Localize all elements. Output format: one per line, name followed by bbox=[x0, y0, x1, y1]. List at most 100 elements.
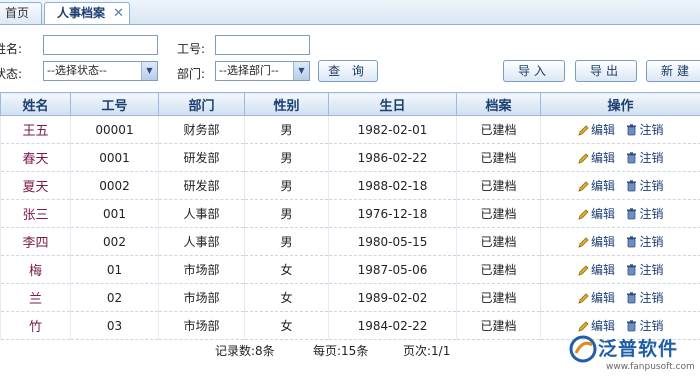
employee-id-input[interactable] bbox=[215, 35, 310, 55]
edit-button[interactable]: 编辑 bbox=[578, 179, 615, 193]
cell-name: 春天 bbox=[0, 143, 71, 172]
record-count: 记录数:8条 bbox=[215, 344, 275, 358]
cancel-button[interactable]: 注销 bbox=[626, 235, 663, 249]
table-row[interactable]: 兰 02 市场部女 1989-02-02 已建档 编辑 注销 bbox=[0, 283, 700, 312]
brand-logo: 泛普软件 www.fanpusoft.com bbox=[568, 332, 696, 378]
pencil-icon bbox=[578, 237, 589, 248]
cancel-button[interactable]: 注销 bbox=[626, 179, 663, 193]
column-header-department[interactable]: 部门 bbox=[158, 92, 245, 116]
cell-employee-id: 03 bbox=[70, 311, 159, 340]
trash-icon bbox=[627, 152, 637, 164]
column-header-archive[interactable]: 档案 bbox=[456, 92, 541, 116]
status-select-value: --选择状态-- bbox=[47, 64, 107, 77]
cell-archive-status: 已建档 bbox=[456, 255, 541, 284]
cancel-button[interactable]: 注销 bbox=[626, 151, 663, 165]
cell-archive-status: 已建档 bbox=[456, 143, 541, 172]
name-input[interactable] bbox=[43, 35, 158, 55]
tab-home[interactable]: 首页 bbox=[0, 2, 42, 24]
query-button[interactable]: 查 询 bbox=[318, 60, 378, 82]
edit-button[interactable]: 编辑 bbox=[578, 263, 615, 277]
cell-employee-id: 001 bbox=[70, 199, 159, 228]
cell-department: 研发部 bbox=[158, 171, 245, 200]
trash-icon bbox=[627, 320, 637, 332]
edit-button[interactable]: 编辑 bbox=[578, 207, 615, 221]
cancel-button[interactable]: 注销 bbox=[626, 263, 663, 277]
cell-archive-status: 已建档 bbox=[456, 283, 541, 312]
cancel-label: 注销 bbox=[639, 263, 664, 277]
cell-name: 兰 bbox=[0, 283, 71, 312]
cancel-label: 注销 bbox=[639, 151, 664, 165]
cancel-button[interactable]: 注销 bbox=[626, 123, 663, 137]
cancel-label: 注销 bbox=[639, 123, 664, 137]
edit-label: 编辑 bbox=[591, 319, 616, 333]
cell-birthday: 1976-12-18 bbox=[328, 199, 457, 228]
cell-department: 市场部 bbox=[158, 255, 245, 284]
cell-birthday: 1980-05-15 bbox=[328, 227, 457, 256]
edit-label: 编辑 bbox=[591, 207, 616, 221]
personnel-table: 姓名 工号 部门 性别 生日 档案 操作 王五 00001 财务部男 1982-02-… bbox=[0, 92, 700, 340]
cell-archive-status: 已建档 bbox=[456, 311, 541, 340]
edit-button[interactable]: 编辑 bbox=[578, 235, 615, 249]
column-header-name[interactable]: 姓名 bbox=[0, 92, 71, 116]
department-select[interactable]: --选择部门-- ▼ bbox=[215, 61, 310, 81]
close-icon[interactable]: ✕ bbox=[113, 3, 124, 24]
trash-icon bbox=[627, 292, 637, 304]
cell-actions: 编辑 注销 bbox=[540, 227, 700, 256]
pencil-icon bbox=[578, 265, 589, 276]
cell-archive-status: 已建档 bbox=[456, 199, 541, 228]
import-button[interactable]: 导入 bbox=[503, 60, 565, 82]
cell-employee-id: 02 bbox=[70, 283, 159, 312]
cell-name: 夏天 bbox=[0, 171, 71, 200]
cancel-button[interactable]: 注销 bbox=[626, 207, 663, 221]
tab-personnel-files-label: 人事档案 bbox=[57, 6, 106, 20]
cell-actions: 编辑 注销 bbox=[540, 283, 700, 312]
department-label: 部门: bbox=[177, 67, 206, 81]
cell-birthday: 1989-02-02 bbox=[328, 283, 457, 312]
brand-logo-icon bbox=[569, 335, 597, 363]
cell-employee-id: 0002 bbox=[70, 171, 159, 200]
cell-gender: 女 bbox=[244, 283, 329, 312]
trash-icon bbox=[627, 236, 637, 248]
column-header-gender[interactable]: 性别 bbox=[244, 92, 329, 116]
table-row[interactable]: 李四 002 人事部男 1980-05-15 已建档 编辑 注销 bbox=[0, 227, 700, 256]
tab-personnel-files[interactable]: 人事档案 ✕ bbox=[44, 2, 130, 24]
table-row[interactable]: 春天 0001 研发部男 1986-02-22 已建档 编辑 注销 bbox=[0, 143, 700, 172]
cell-gender: 男 bbox=[244, 227, 329, 256]
cell-employee-id: 0001 bbox=[70, 143, 159, 172]
pencil-icon bbox=[578, 209, 589, 220]
cancel-label: 注销 bbox=[639, 235, 664, 249]
table-row[interactable]: 王五 00001 财务部男 1982-02-01 已建档 编辑 注销 bbox=[0, 115, 700, 144]
pencil-icon bbox=[578, 321, 589, 332]
table-header-row: 姓名 工号 部门 性别 生日 档案 操作 bbox=[0, 92, 700, 116]
cell-birthday: 1982-02-01 bbox=[328, 115, 457, 144]
cell-birthday: 1984-02-22 bbox=[328, 311, 457, 340]
cell-department: 研发部 bbox=[158, 143, 245, 172]
cell-actions: 编辑 注销 bbox=[540, 171, 700, 200]
new-button[interactable]: 新建 bbox=[646, 60, 700, 82]
table-row[interactable]: 夏天 0002 研发部男 1988-02-18 已建档 编辑 注销 bbox=[0, 171, 700, 200]
table-row[interactable]: 张三 001 人事部男 1976-12-18 已建档 编辑 注销 bbox=[0, 199, 700, 228]
cancel-button[interactable]: 注销 bbox=[626, 291, 663, 305]
edit-button[interactable]: 编辑 bbox=[578, 151, 615, 165]
tab-bar: 首页 人事档案 ✕ bbox=[0, 0, 700, 25]
trash-icon bbox=[627, 180, 637, 192]
table-row[interactable]: 梅 01 市场部女 1987-05-06 已建档 编辑 注销 bbox=[0, 255, 700, 284]
trash-icon bbox=[627, 208, 637, 220]
cell-archive-status: 已建档 bbox=[456, 171, 541, 200]
column-header-id[interactable]: 工号 bbox=[70, 92, 159, 116]
column-header-birthday[interactable]: 生日 bbox=[328, 92, 457, 116]
cell-employee-id: 00001 bbox=[70, 115, 159, 144]
cell-name: 竹 bbox=[0, 311, 71, 340]
cancel-button[interactable]: 注销 bbox=[626, 319, 663, 333]
edit-button[interactable]: 编辑 bbox=[578, 319, 615, 333]
cell-actions: 编辑 注销 bbox=[540, 199, 700, 228]
cancel-label: 注销 bbox=[639, 291, 664, 305]
edit-button[interactable]: 编辑 bbox=[578, 291, 615, 305]
export-button[interactable]: 导出 bbox=[575, 60, 637, 82]
edit-label: 编辑 bbox=[591, 291, 616, 305]
status-select[interactable]: --选择状态-- ▼ bbox=[43, 61, 158, 81]
cell-gender: 女 bbox=[244, 255, 329, 284]
page-number: 页次:1/1 bbox=[403, 344, 451, 358]
edit-button[interactable]: 编辑 bbox=[578, 123, 615, 137]
pencil-icon bbox=[578, 153, 589, 164]
